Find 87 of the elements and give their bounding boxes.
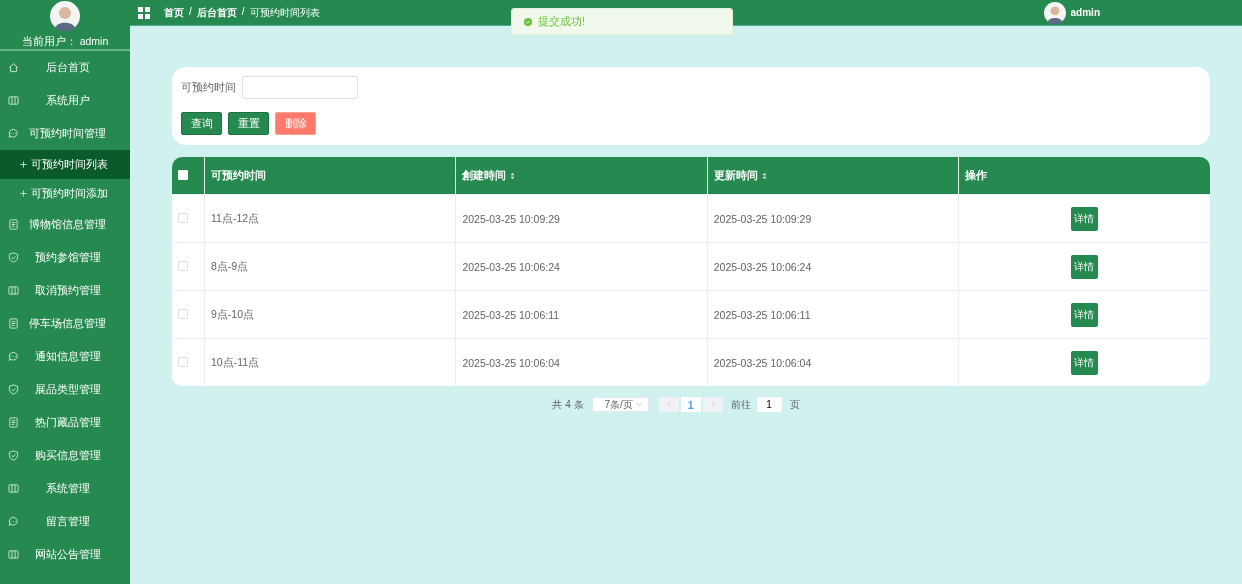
user-name[interactable]: admin <box>1070 7 1100 18</box>
table-cell: 2025-03-25 10:06:11 <box>713 308 811 321</box>
table-cell: 2025-03-25 10:06:24 <box>462 260 560 273</box>
document-icon <box>8 318 19 329</box>
current-user-label: 当前用户： admin <box>21 35 109 49</box>
chevron-right-icon <box>710 401 715 408</box>
details-button[interactable]: 详情 <box>1070 254 1098 279</box>
toast-message: 提交成功! <box>538 14 585 29</box>
menu-item[interactable]: 停车场信息管理 <box>0 307 130 340</box>
table-cell: 11点-12点 <box>211 211 260 224</box>
table-cell: 2025-03-25 10:06:24 <box>713 260 812 273</box>
page-number[interactable]: 1 <box>680 397 701 412</box>
document-icon <box>8 417 19 428</box>
menu-item[interactable]: 网站公告管理 <box>0 538 130 571</box>
menu-item[interactable]: 后台首页 <box>0 51 130 84</box>
page-input[interactable]: 1 <box>756 397 782 412</box>
table-cell: 2025-03-25 10:06:11 <box>462 308 560 321</box>
field-label: 可预约时间 <box>181 80 236 95</box>
column-header: 可预约时间 <box>211 168 266 183</box>
plus-icon <box>20 190 27 197</box>
menu-item[interactable]: 热门藏品管理 <box>0 406 130 439</box>
table-cell: 2025-03-25 10:06:04 <box>713 356 812 369</box>
submenu-item[interactable]: 可预约时间列表 <box>0 150 130 179</box>
row-checkbox[interactable] <box>178 356 188 367</box>
action-button[interactable]: 查询 <box>181 112 222 135</box>
document-icon <box>8 219 19 230</box>
goto-label: 前往 <box>730 397 751 412</box>
row-checkbox[interactable] <box>178 260 188 271</box>
delete-button[interactable]: 删除 <box>275 112 316 135</box>
table-cell: 8点-9点 <box>211 259 249 272</box>
chevron-left-icon <box>666 401 671 408</box>
shield-icon <box>8 450 19 461</box>
table-cell: 2025-03-25 10:06:04 <box>462 356 560 369</box>
breadcrumb-separator: / <box>189 5 192 19</box>
details-button[interactable]: 详情 <box>1070 302 1098 327</box>
columns-icon <box>8 95 19 106</box>
menu-item[interactable]: 预约参馆管理 <box>0 241 130 274</box>
success-icon <box>524 17 532 26</box>
menu-item[interactable]: 系统管理 <box>0 472 130 505</box>
menu-item[interactable]: 展品类型管理 <box>0 373 130 406</box>
breadcrumb-separator: / <box>241 5 245 19</box>
chat-icon <box>8 351 19 362</box>
menu-item[interactable]: 可预约时间管理 <box>0 117 130 150</box>
page-suffix: 页 <box>789 397 800 412</box>
breadcrumb-link[interactable]: 可预约时间列表 <box>249 5 320 20</box>
breadcrumb-link[interactable]: 首页 <box>164 5 184 20</box>
table-cell: 2025-03-25 10:09:29 <box>462 212 560 225</box>
menu-item[interactable]: 购买信息管理 <box>0 439 130 472</box>
column-header[interactable]: 創建時间 <box>462 168 516 183</box>
total-count: 共 4 条 <box>552 397 584 412</box>
table-cell: 10点-11点 <box>211 355 260 368</box>
chat-icon <box>8 128 19 139</box>
row-checkbox[interactable] <box>178 212 188 223</box>
grid-menu-icon[interactable] <box>138 6 150 19</box>
table-cell: 2025-03-25 10:09:29 <box>713 212 812 225</box>
chevron-down-icon <box>635 402 643 407</box>
shield-icon <box>8 252 19 263</box>
shield-icon <box>8 384 19 395</box>
columns-icon <box>8 483 19 494</box>
page-size-select[interactable]: 7条/页 <box>591 397 649 412</box>
previous-page-button[interactable] <box>658 397 679 412</box>
avatar-icon <box>1043 1 1066 24</box>
menu-item[interactable]: 取消预约管理 <box>0 274 130 307</box>
column-header[interactable]: 更新時间 <box>713 168 767 183</box>
time-input[interactable] <box>242 76 358 99</box>
details-button[interactable]: 详情 <box>1070 206 1098 231</box>
avatar-icon <box>50 1 80 31</box>
menu-item[interactable]: 留言管理 <box>0 505 130 538</box>
menu-item[interactable]: 系统用户 <box>0 84 130 117</box>
details-button[interactable]: 详情 <box>1070 350 1098 375</box>
breadcrumb-link[interactable]: 后台首页 <box>196 5 237 20</box>
chat-icon <box>8 516 19 527</box>
action-button[interactable]: 重置 <box>228 112 269 135</box>
submenu-item[interactable]: 可预约时间添加 <box>0 179 130 208</box>
plus-icon <box>20 161 27 168</box>
sort-icon[interactable] <box>761 171 767 180</box>
sort-icon[interactable] <box>510 171 516 180</box>
next-page-button[interactable] <box>702 397 723 412</box>
home-icon <box>8 62 19 73</box>
column-header: 操作 <box>965 168 988 183</box>
columns-icon <box>8 285 19 296</box>
select-all-checkbox[interactable] <box>178 169 188 180</box>
menu-item[interactable]: 博物馆信息管理 <box>0 208 130 241</box>
columns-icon <box>8 549 19 560</box>
table-cell: 9点-10点 <box>211 307 254 320</box>
row-checkbox[interactable] <box>178 308 188 319</box>
menu-item[interactable]: 通知信息管理 <box>0 340 130 373</box>
